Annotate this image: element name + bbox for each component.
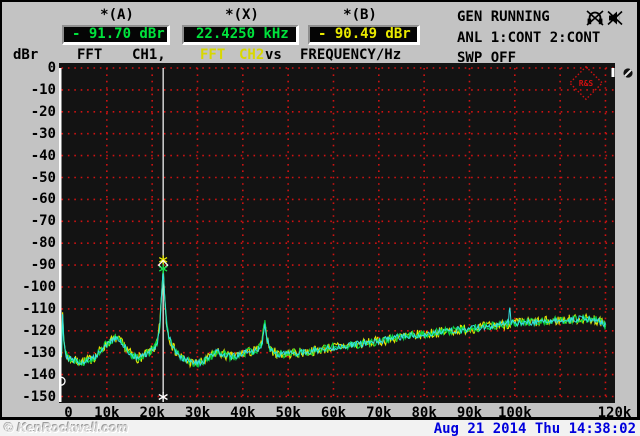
- generator-status: GEN RUNNING: [457, 9, 550, 25]
- y-tick-label: -80: [30, 235, 56, 252]
- y-tick-label: -120: [22, 322, 56, 339]
- rs-logo-icon: R&S: [568, 65, 604, 101]
- marker-x-label: *(X): [225, 7, 259, 23]
- marker-x-value: 22.4250 kHz: [182, 25, 299, 45]
- watermark-text: © KenRockwell.com: [4, 420, 129, 435]
- vs-label: vs: [265, 47, 282, 63]
- marker-a-value: - 91.70 dBr: [62, 25, 170, 45]
- asterisk-marker: [158, 392, 168, 402]
- y-axis-line: [59, 68, 62, 402]
- capture-datetime: Aug 21 2014 Thu 14:38:02: [433, 421, 636, 436]
- speaker-muted-icon: [607, 10, 624, 30]
- marker-a-label: *(A): [100, 7, 134, 23]
- y-tick-label: -70: [30, 213, 56, 230]
- analyzer-status: ANL 1:CONT 2:CONT: [457, 30, 601, 46]
- y-tick-label: -130: [22, 344, 56, 361]
- marker-b-label: *(B): [343, 7, 377, 23]
- axis-end-notch: [611, 68, 615, 77]
- trace2-fft-label: FFT: [200, 47, 226, 63]
- trace1-fft-label: FFT: [77, 47, 103, 63]
- y-tick-label: -30: [30, 125, 56, 142]
- y-tick-label: -50: [30, 169, 56, 186]
- trace2-ch-label: CH2: [239, 47, 265, 63]
- y-tick-label: -60: [30, 191, 56, 208]
- y-tick-label: -90: [30, 257, 56, 274]
- svg-text:R&S: R&S: [579, 79, 594, 88]
- asterisk-marker: [158, 264, 168, 274]
- y-tick-label: -110: [22, 300, 56, 317]
- y-tick-label: -140: [22, 366, 56, 383]
- instrument-screen: *(A) *(X) *(B) - 91.70 dBr 22.4250 kHz -…: [2, 2, 637, 421]
- analyzer-screenshot: *(A) *(X) *(B) - 91.70 dBr 22.4250 kHz -…: [0, 0, 640, 436]
- y-tick-label: -100: [22, 279, 56, 295]
- y-tick-label: -20: [30, 103, 56, 120]
- knob-icon: [622, 64, 634, 83]
- y-tick-label: -40: [30, 147, 56, 164]
- headphones-muted-icon: [586, 10, 605, 30]
- marker-b-value: - 90.49 dBr: [308, 25, 420, 45]
- fft-spectrum-chart: R&S: [56, 65, 615, 402]
- y-tick-label: -10: [30, 81, 56, 98]
- trace1-ch-label: CH1,: [132, 47, 166, 63]
- spectrum-plot: R&S: [56, 63, 615, 403]
- x-axis-unit-label: FREQUENCY/Hz: [300, 47, 402, 63]
- y-tick-label: 0: [47, 60, 56, 76]
- y-tick-label: -150: [22, 388, 56, 405]
- footer-strip: © KenRockwell.com Aug 21 2014 Thu 14:38:…: [0, 420, 640, 436]
